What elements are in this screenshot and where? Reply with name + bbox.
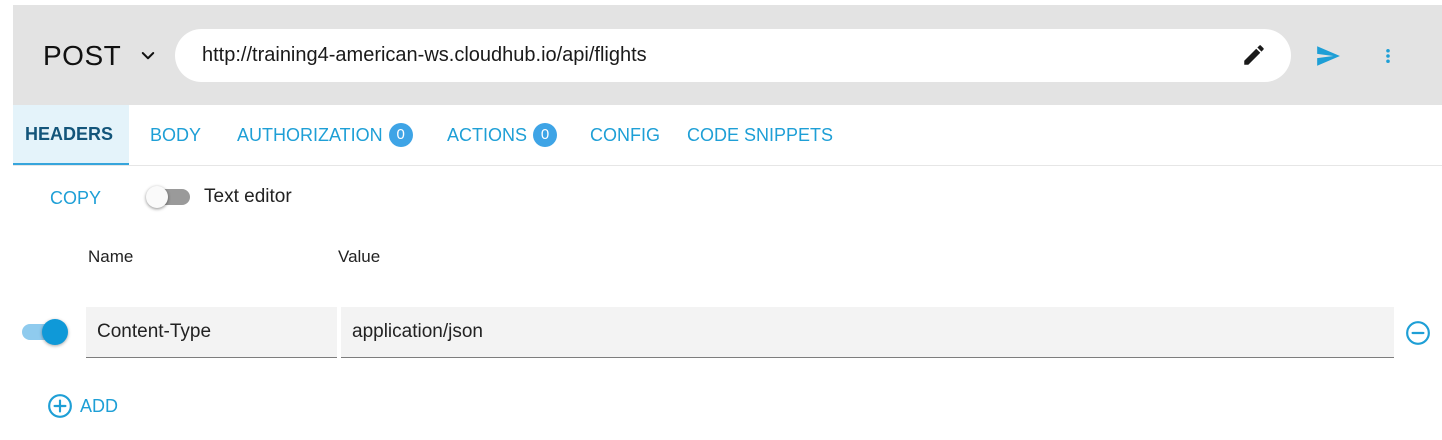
send-icon[interactable] — [1313, 43, 1343, 69]
tab-body[interactable]: BODY — [150, 105, 201, 165]
tab-label: CODE SNIPPETS — [687, 124, 834, 145]
text-editor-label: Text editor — [204, 186, 292, 207]
count-badge: 0 — [388, 123, 413, 147]
tab-authorization[interactable]: AUTHORIZATION 0 — [237, 105, 413, 165]
tab-label: CONFIG — [590, 124, 660, 145]
tab-label: HEADERS — [25, 123, 114, 144]
tab-code-snippets[interactable]: CODE SNIPPETS — [687, 105, 833, 165]
tab-config[interactable]: CONFIG — [590, 105, 660, 165]
add-header-button[interactable]: ADD — [47, 394, 118, 418]
tab-label: BODY — [150, 124, 202, 145]
chevron-down-icon — [142, 52, 155, 60]
toggle-thumb — [146, 186, 168, 208]
plus-circle-icon — [48, 394, 72, 418]
add-label: ADD — [80, 395, 119, 416]
tab-headers[interactable]: HEADERS — [13, 105, 129, 165]
request-tabs: HEADERS BODY AUTHORIZATION 0 ACTIONS 0 C… — [13, 105, 1442, 166]
column-header-name: Name — [88, 247, 134, 266]
count-badge: 0 — [533, 123, 558, 147]
text-editor-toggle[interactable] — [146, 186, 192, 208]
tab-label: ACTIONS — [447, 124, 528, 145]
method-selector[interactable]: POST — [43, 38, 157, 74]
header-value-field[interactable]: application/json — [341, 307, 1394, 358]
method-label: POST — [43, 40, 122, 71]
header-enabled-toggle[interactable] — [22, 318, 70, 346]
tab-label: AUTHORIZATION — [237, 124, 383, 145]
pencil-icon[interactable] — [1241, 42, 1267, 68]
url-text: http://training4-american-ws.cloudhub.io… — [202, 44, 647, 66]
column-header-value: Value — [338, 247, 381, 266]
header-name-field[interactable]: Content-Type — [86, 307, 337, 358]
request-bar: POST http://training4-american-ws.cloudh… — [13, 5, 1442, 105]
minus-circle-icon[interactable] — [1405, 320, 1431, 346]
copy-button[interactable]: COPY — [50, 188, 101, 209]
url-input[interactable]: http://training4-american-ws.cloudhub.io… — [175, 29, 1291, 82]
tab-actions[interactable]: ACTIONS 0 — [447, 105, 558, 165]
toggle-thumb — [42, 319, 68, 345]
more-vertical-icon[interactable] — [1379, 43, 1397, 69]
